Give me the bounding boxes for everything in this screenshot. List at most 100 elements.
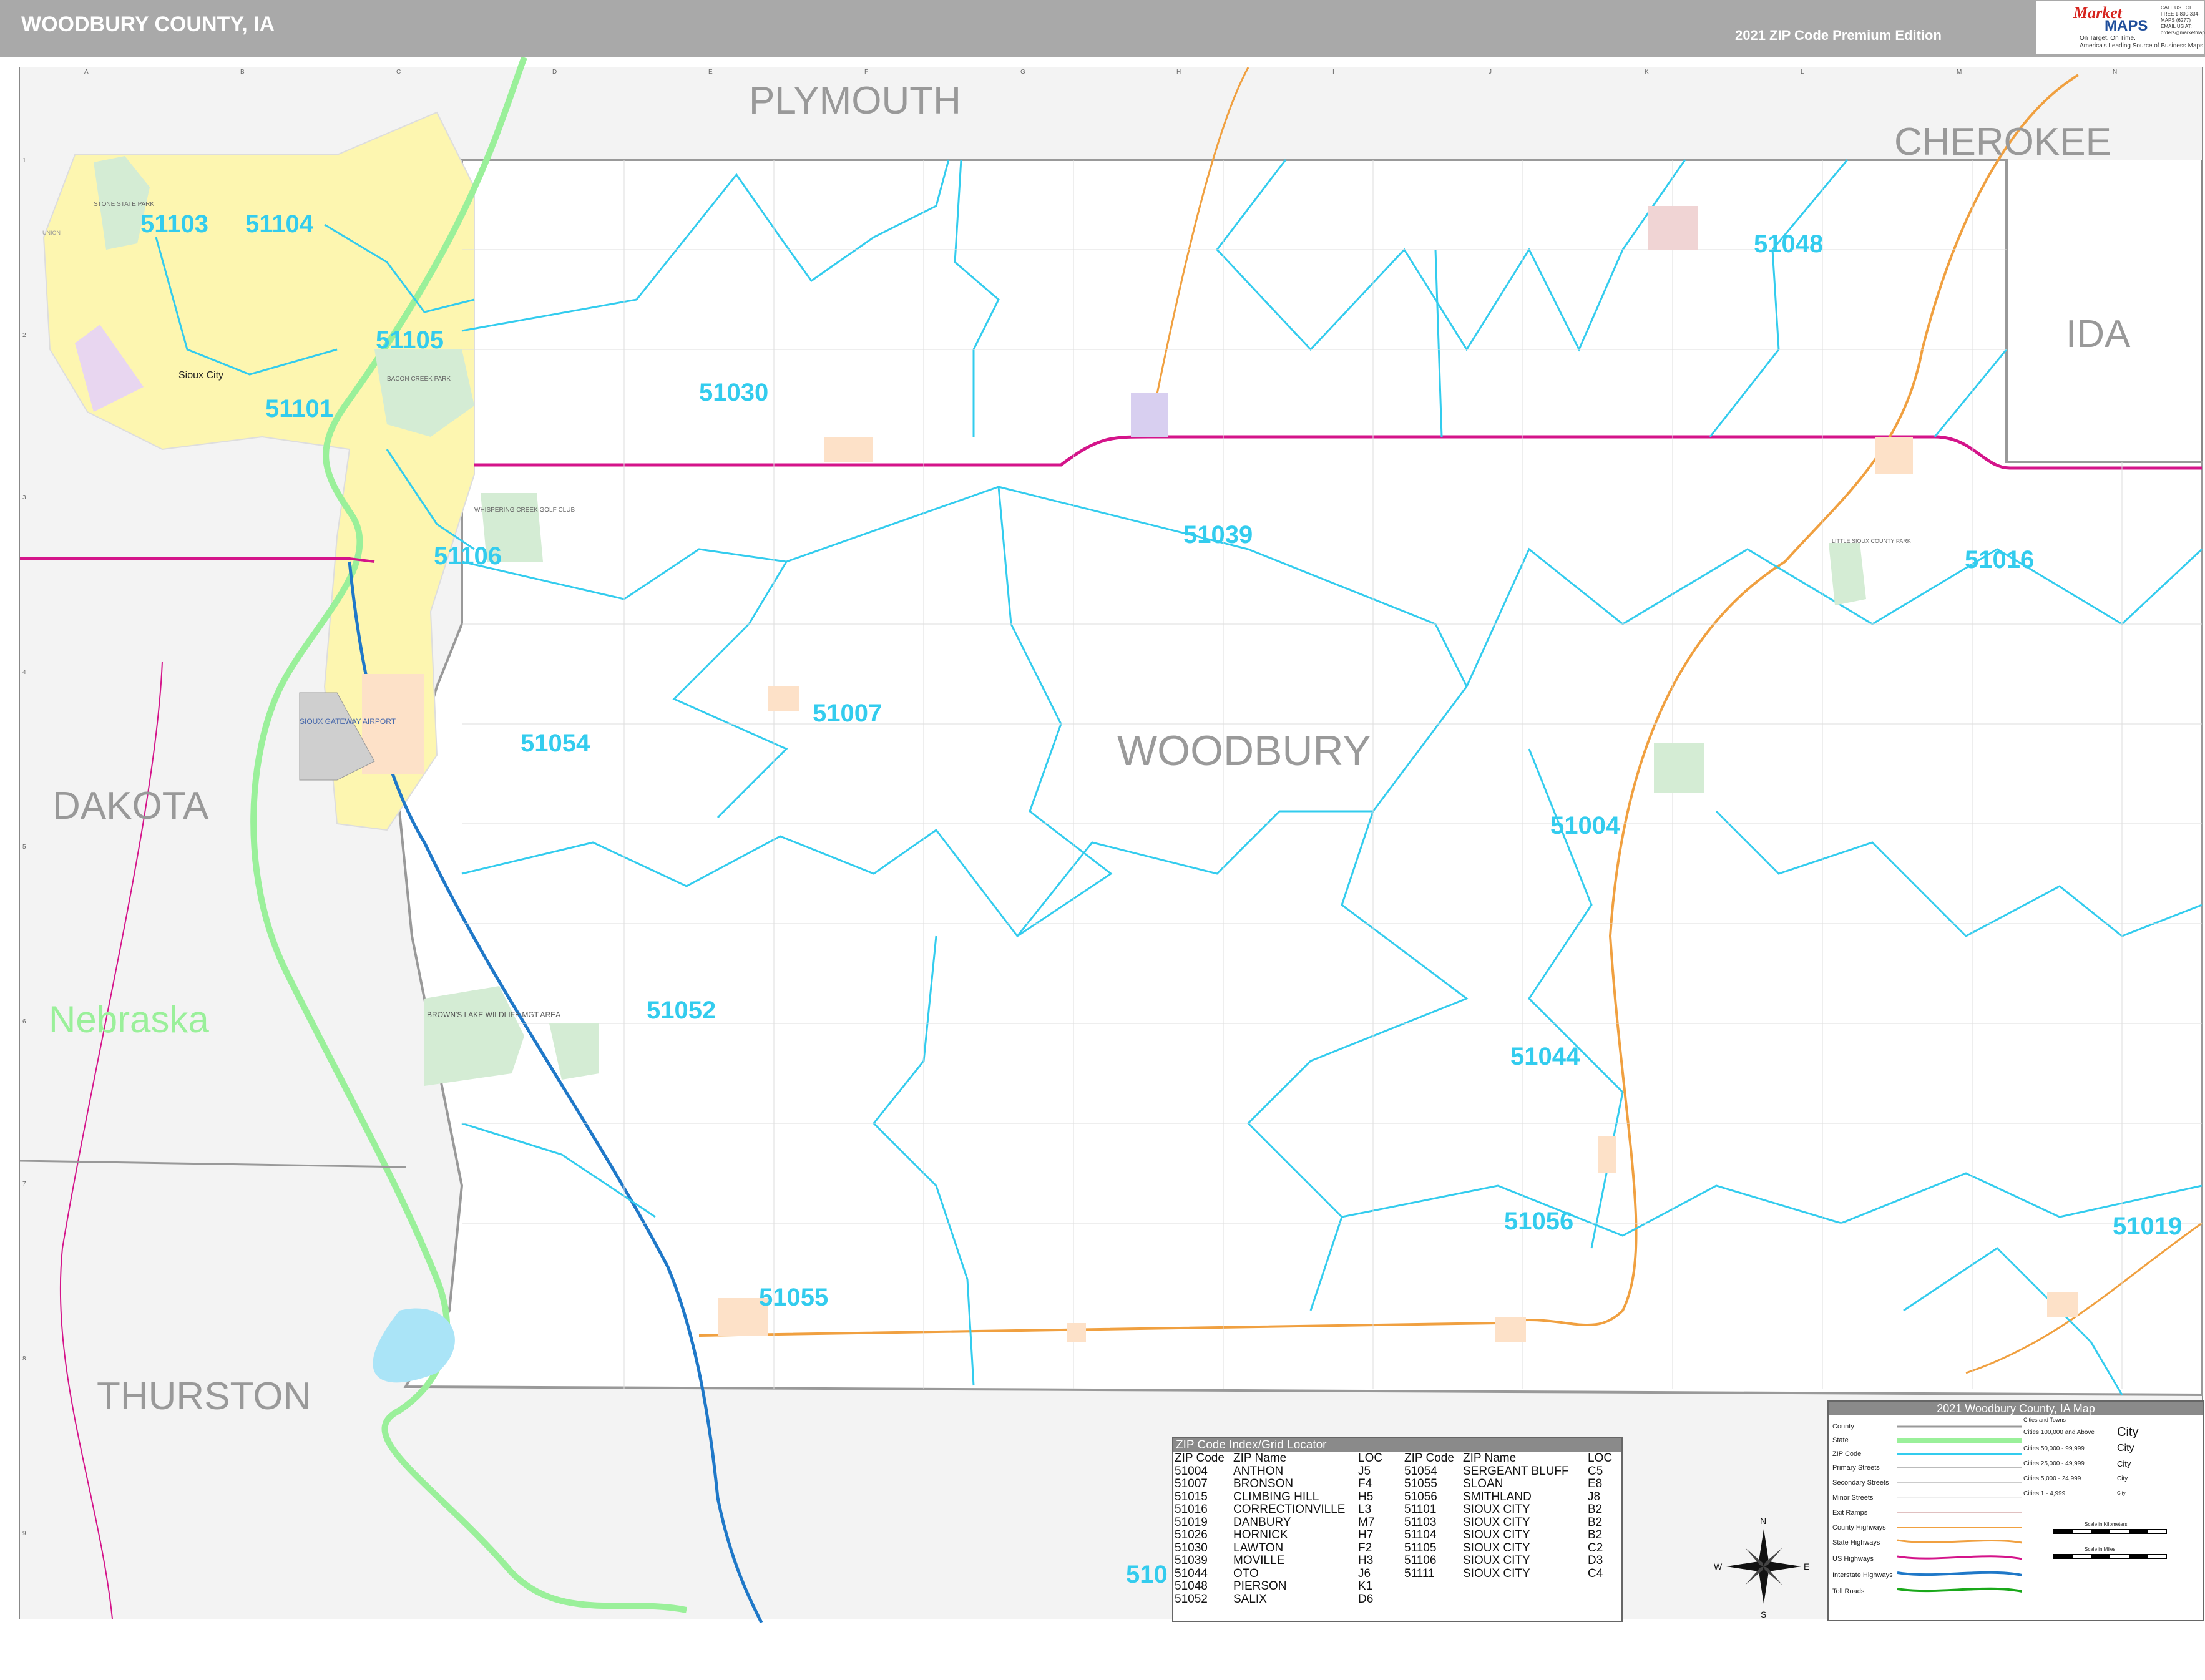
- town-bronson: [768, 686, 799, 711]
- place-label-airport: SIOUX GATEWAY AIRPORT: [300, 717, 396, 726]
- zip-table-col-name: ZIP Name: [1233, 1452, 1287, 1465]
- zip-label-51039: 51039: [1183, 521, 1253, 549]
- zip-label-partial-510: 510: [1126, 1561, 1168, 1588]
- grid-loc-cell: H5: [1358, 1490, 1374, 1503]
- zip-name-cell: SERGEANT BLUFF: [1463, 1464, 1569, 1478]
- zip-table-row: 51015 CLIMBING HILL H5 51056 SMITHLAND J8: [1173, 1490, 1620, 1504]
- zip-table-col-loc: LOC: [1358, 1452, 1383, 1465]
- zip-name-cell: [1462, 1580, 1587, 1593]
- grid-row-7: 7: [22, 1181, 26, 1188]
- zip-label-51106: 51106: [434, 542, 502, 570]
- legend-city-range: Cities 50,000 - 99,999: [2023, 1445, 2085, 1452]
- legend-item: US Highways: [1832, 1555, 1874, 1563]
- grid-row-8: 8: [22, 1355, 26, 1362]
- zip-label-51004: 51004: [1550, 812, 1620, 839]
- zip-name-cell: SMITHLAND: [1463, 1490, 1532, 1503]
- grid-row-6: 6: [22, 1018, 26, 1025]
- zip-table-row: 51030 LAWTON F2 51105 SIOUX CITY C2: [1173, 1541, 1620, 1555]
- legend-scale-bar-km: [2053, 1529, 2167, 1534]
- grid-loc-cell: [1587, 1593, 1620, 1606]
- legend-scale-mi: Scale in Miles: [2085, 1546, 2116, 1552]
- grid-loc-cell: J6: [1358, 1566, 1371, 1580]
- legend-city-sample: City: [2117, 1443, 2134, 1453]
- grid-col-i: I: [1332, 69, 1334, 76]
- zip-code-cell: 51048: [1175, 1580, 1208, 1593]
- legend-item: ZIP Code: [1832, 1450, 1862, 1458]
- legend-line-samples: [1897, 1425, 2022, 1593]
- legend-scale-bar-mi: [2053, 1554, 2167, 1559]
- compass-w: W: [1714, 1561, 1723, 1571]
- legend-scale-km: Scale in Kilometers: [2085, 1521, 2128, 1527]
- zip-code-cell: 51007: [1175, 1477, 1208, 1490]
- map-legend: 2021 Woodbury County, IA Map County Stat…: [1827, 1400, 2204, 1621]
- grid-row-1: 1: [22, 157, 26, 164]
- zip-table-row: 51007 BRONSON F4 51055 SLOAN E8: [1173, 1477, 1620, 1491]
- zip-name-cell: SIOUX CITY: [1463, 1515, 1530, 1529]
- zip-name-cell: SIOUX CITY: [1463, 1528, 1530, 1541]
- grid-loc-cell: F4: [1358, 1477, 1372, 1490]
- little-sioux-park: [1829, 543, 1866, 605]
- zip-name-cell: SIOUX CITY: [1463, 1554, 1530, 1567]
- grid-row-9: 9: [22, 1530, 26, 1537]
- zip-table-title: ZIP Code Index/Grid Locator: [1173, 1438, 1621, 1452]
- zip-table-header-row: ZIP Code ZIP Name LOC ZIP Code ZIP Name …: [1173, 1452, 1620, 1465]
- zip-name-cell: SALIX: [1233, 1592, 1267, 1606]
- zip-table-col-name-2: ZIP Name: [1463, 1452, 1517, 1465]
- place-label-stone-park: STONE STATE PARK: [94, 201, 154, 208]
- zip-table-row: 51016 CORRECTIONVILLE L3 51101 SIOUX CITY B2: [1173, 1503, 1620, 1516]
- legend-city-range: Cities 5,000 - 24,999: [2023, 1475, 2081, 1482]
- place-label-bacon-creek: BACON CREEK PARK: [387, 376, 451, 383]
- grid-col-m: M: [1957, 69, 1962, 76]
- county-label-cherokee: CHEROKEE: [1894, 120, 2111, 164]
- zip-code-cell: 51026: [1175, 1528, 1208, 1541]
- grid-loc-cell: L3: [1358, 1503, 1372, 1516]
- zip-table-row: 51052 SALIX D6: [1173, 1593, 1620, 1606]
- grid-row-3: 3: [22, 494, 26, 501]
- zip-label-51044: 51044: [1510, 1043, 1580, 1070]
- zip-table-col-zip-2: ZIP Code: [1404, 1452, 1454, 1465]
- legend-item: County: [1832, 1423, 1854, 1430]
- zip-code-cell: [1403, 1580, 1462, 1593]
- place-label-little-sioux: LITTLE SIOUX COUNTY PARK: [1832, 538, 1911, 544]
- legend-item: Primary Streets: [1832, 1464, 1880, 1472]
- logo-tagline-2: America's Leading Source of Business Map…: [2080, 42, 2204, 49]
- zip-table-row: 51044 OTO J6 51111 SIOUX CITY C4: [1173, 1566, 1620, 1581]
- grid-loc-cell: C2: [1588, 1541, 1603, 1555]
- state-label-nebraska: Nebraska: [49, 999, 209, 1040]
- grid-col-l: L: [1801, 69, 1804, 76]
- header-bar: WOODBURY COUNTY, IA 2021 ZIP Code Premiu…: [0, 0, 2205, 57]
- zip-label-51016: 51016: [1965, 546, 2034, 574]
- place-label-browns-lake: BROWN'S LAKE WILDLIFE MGT AREA: [427, 1010, 560, 1019]
- county-label-plymouth: PLYMOUTH: [749, 79, 961, 122]
- town-lawton: [824, 437, 873, 462]
- zip-table-row: 51019 DANBURY M7 51103 SIOUX CITY B2: [1173, 1516, 1620, 1530]
- zip-table-row: 51039 MOVILLE H3 51106 SIOUX CITY D3: [1173, 1554, 1620, 1568]
- zip-label-51104: 51104: [245, 210, 314, 238]
- zip-name-cell: PIERSON: [1233, 1580, 1287, 1593]
- zip-code-cell: 51039: [1175, 1554, 1208, 1567]
- legend-item: Toll Roads: [1832, 1588, 1865, 1595]
- town-moville: [1131, 393, 1168, 437]
- grid-row-5: 5: [22, 844, 26, 851]
- zip-table-row: 51004 ANTHON J5 51054 SERGEANT BLUFF C5: [1173, 1465, 1620, 1478]
- grid-loc-cell: M7: [1358, 1515, 1375, 1529]
- town-correctionville: [1875, 437, 1913, 474]
- zip-label-51019: 51019: [2113, 1213, 2182, 1240]
- zip-code-cell: 51015: [1175, 1490, 1208, 1503]
- zip-name-cell: SIOUX CITY: [1463, 1566, 1530, 1580]
- zip-code-index-table: ZIP Code Index/Grid Locator ZIP Code ZIP…: [1172, 1437, 1623, 1622]
- grid-loc-cell: D3: [1588, 1554, 1603, 1567]
- legend-city-range: Cities 25,000 - 49,999: [2023, 1460, 2085, 1467]
- zip-code-cell: 51101: [1404, 1503, 1437, 1516]
- grid-loc-cell: J8: [1588, 1490, 1601, 1503]
- town-anthon: [1654, 743, 1704, 793]
- zip-table-row: 51026 HORNICK H7 51104 SIOUX CITY B2: [1173, 1528, 1620, 1542]
- zip-code-cell: 51004: [1175, 1464, 1208, 1478]
- grid-loc-cell: C4: [1588, 1566, 1603, 1580]
- county-label-dakota: DAKOTA: [52, 784, 209, 828]
- county-label-ida: IDA: [2066, 313, 2131, 356]
- logo-brand-bottom: MAPS: [2105, 17, 2148, 34]
- zip-name-cell: SLOAN: [1463, 1477, 1503, 1490]
- grid-col-h: H: [1176, 69, 1181, 76]
- zip-code-cell: [1403, 1593, 1462, 1606]
